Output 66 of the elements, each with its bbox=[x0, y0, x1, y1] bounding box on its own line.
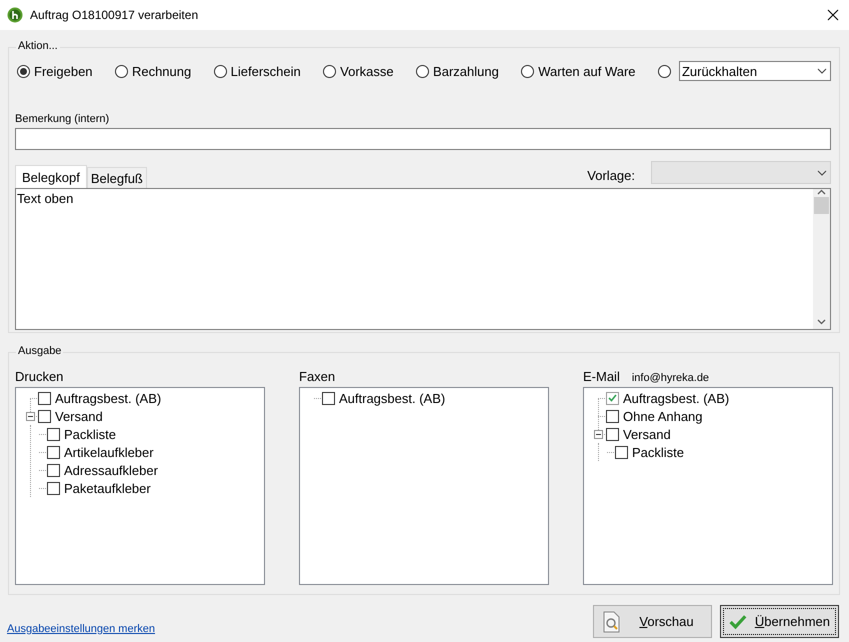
column-title: E-Mail bbox=[583, 369, 620, 384]
preview-icon bbox=[602, 610, 622, 632]
chevron-down-icon[interactable] bbox=[816, 68, 827, 74]
tree-item[interactable]: Packliste bbox=[63, 426, 118, 442]
tree-view[interactable]: Auftragsbest. (AB) bbox=[299, 387, 549, 585]
collapse-icon[interactable] bbox=[26, 412, 35, 421]
checkbox[interactable] bbox=[322, 392, 335, 404]
field-label: Vorlage: bbox=[587, 168, 635, 185]
group-label: Ausgabe bbox=[16, 345, 64, 357]
checkbox[interactable] bbox=[606, 428, 619, 440]
scrollbar[interactable] bbox=[813, 189, 830, 329]
group-label: Aktion... bbox=[16, 40, 60, 52]
checkbox[interactable] bbox=[606, 392, 619, 404]
checkbox[interactable] bbox=[47, 482, 60, 494]
radio-button[interactable] bbox=[658, 64, 671, 78]
input-field[interactable] bbox=[15, 128, 831, 150]
checkbox[interactable] bbox=[47, 464, 60, 476]
tab[interactable]: Belegfuß bbox=[86, 167, 147, 188]
dropdown[interactable]: Zurückhalten bbox=[678, 61, 831, 81]
checkbox[interactable] bbox=[47, 428, 60, 440]
tree-item[interactable]: Packliste bbox=[631, 444, 686, 460]
radio-button[interactable] bbox=[17, 64, 30, 78]
radio-label[interactable]: Freigeben bbox=[34, 64, 93, 78]
scrollbar-thumb[interactable] bbox=[814, 197, 829, 214]
radio-label[interactable]: Vorkasse bbox=[340, 64, 394, 78]
checkmark-icon bbox=[729, 612, 747, 630]
radio-button[interactable] bbox=[114, 64, 128, 78]
tree-view[interactable]: Auftragsbest. (AB) Versand Packliste Artikelaufkleber Adressaufkleber Paketaufkleber bbox=[15, 387, 265, 585]
checkbox[interactable] bbox=[38, 410, 51, 422]
app-logo-icon bbox=[7, 7, 23, 23]
tree-item[interactable]: Auftragsbest. (AB) bbox=[622, 390, 730, 406]
radio-button[interactable] bbox=[416, 64, 430, 78]
window-title: Auftrag O18100917 verarbeiten bbox=[30, 8, 200, 22]
tree-item[interactable]: Auftragsbest. (AB) bbox=[54, 390, 162, 406]
tree-item[interactable]: Paketaufkleber bbox=[63, 480, 152, 496]
field-label: Bemerkung (intern) bbox=[15, 113, 110, 125]
tree-item[interactable]: Versand bbox=[54, 408, 104, 424]
column-title: Faxen bbox=[299, 369, 336, 384]
tab[interactable]: Belegkopf bbox=[15, 165, 87, 188]
link[interactable]: Ausgabeeinstellungen merken bbox=[7, 622, 155, 634]
checkbox[interactable] bbox=[606, 410, 619, 422]
email-address: info@hyreka.de bbox=[632, 372, 710, 384]
radio-label[interactable]: Barzahlung bbox=[433, 64, 499, 78]
checkbox[interactable] bbox=[615, 446, 628, 458]
radio-button[interactable] bbox=[214, 64, 227, 78]
button[interactable]: Vorschau bbox=[593, 605, 712, 638]
tree-item[interactable]: Ohne Anhang bbox=[622, 408, 704, 424]
checkbox[interactable] bbox=[38, 392, 51, 404]
radio-label[interactable]: Rechnung bbox=[132, 64, 192, 78]
collapse-icon[interactable] bbox=[594, 430, 603, 439]
radio-button[interactable] bbox=[323, 64, 336, 78]
tree-item[interactable]: Auftragsbest. (AB) bbox=[338, 390, 446, 406]
scroll-up-icon[interactable] bbox=[817, 189, 826, 195]
button[interactable]: Übernehmen bbox=[720, 605, 839, 638]
scroll-down-icon[interactable] bbox=[817, 319, 826, 325]
radio-label[interactable]: Lieferschein bbox=[230, 64, 301, 78]
radio-label[interactable]: Warten auf Ware bbox=[538, 64, 636, 78]
tree-item[interactable]: Artikelaufkleber bbox=[63, 444, 155, 460]
column-title: Drucken bbox=[15, 369, 64, 384]
close-icon[interactable] bbox=[825, 7, 841, 23]
tree-item[interactable]: Versand bbox=[622, 426, 672, 442]
tree-item[interactable]: Adressaufkleber bbox=[63, 462, 159, 478]
text-editor[interactable]: Text oben bbox=[15, 188, 831, 330]
checkbox[interactable] bbox=[47, 446, 60, 458]
radio-button[interactable] bbox=[521, 64, 534, 78]
tree-view[interactable]: Auftragsbest. (AB) Ohne Anhang Versand Packliste bbox=[583, 387, 833, 585]
